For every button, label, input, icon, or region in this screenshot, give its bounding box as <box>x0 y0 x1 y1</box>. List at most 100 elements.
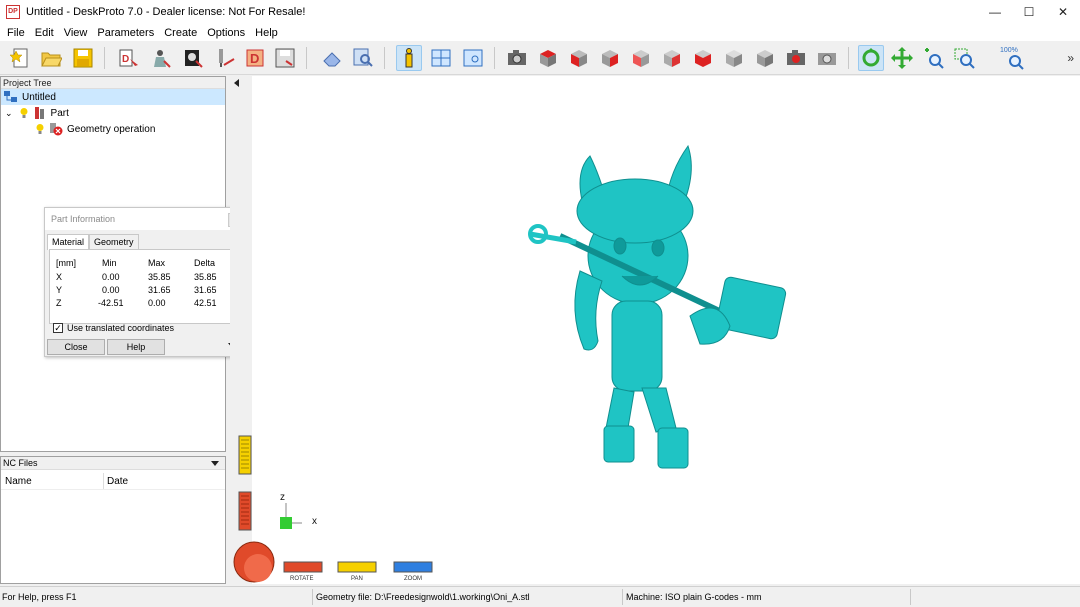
maximize-button[interactable]: ☐ <box>1012 0 1046 24</box>
view-cube-front-icon[interactable] <box>566 45 592 71</box>
nc-files-caption: NC Files <box>1 457 225 470</box>
rotate-tool-icon[interactable] <box>858 45 884 71</box>
svg-text:D: D <box>122 54 129 65</box>
layout-icon[interactable] <box>428 45 454 71</box>
save-icon[interactable] <box>70 45 96 71</box>
table-cell: 35.85 <box>148 272 171 282</box>
operation-parameters-icon[interactable] <box>180 45 206 71</box>
table-cell: 31.65 <box>148 285 171 295</box>
open-folder-icon[interactable] <box>38 45 64 71</box>
view-cube-left-icon[interactable] <box>597 45 623 71</box>
tree-item-project[interactable]: Untitled <box>1 89 225 105</box>
snapshot-icon[interactable] <box>814 45 840 71</box>
view-cube-back-icon[interactable] <box>659 45 685 71</box>
toolbar-more-button[interactable]: » <box>1067 51 1074 65</box>
part-information-dialog: Part Information Material Geometry [mm] … <box>44 207 245 357</box>
yellow-slider[interactable] <box>238 435 252 475</box>
view-cube-bottom-icon[interactable] <box>690 45 716 71</box>
new-file-icon[interactable] <box>8 45 34 71</box>
menu-file[interactable]: File <box>3 27 29 39</box>
table-cell: 0.00 <box>148 298 166 308</box>
table-cell: Z <box>56 298 62 308</box>
column-header-date[interactable]: Date <box>107 476 128 487</box>
save-nc-icon[interactable] <box>272 45 298 71</box>
axis-indicator: z x <box>280 492 317 529</box>
minimize-button[interactable]: — <box>978 0 1012 24</box>
view-cube-iso-icon[interactable] <box>535 45 561 71</box>
axis-z-label: z <box>280 492 285 503</box>
table-header: Max <box>148 258 166 268</box>
camera-icon[interactable] <box>504 45 530 71</box>
help-button[interactable]: Help <box>107 339 165 355</box>
tab-material[interactable]: Material <box>47 234 90 250</box>
table-header: [mm] <box>56 258 76 268</box>
create-nc-icon[interactable]: D <box>242 45 268 71</box>
table-cell: 35.85 <box>194 272 217 282</box>
menu-help[interactable]: Help <box>251 27 282 39</box>
table-cell: 42.51 <box>194 298 217 308</box>
window-title: Untitled - DeskProto 7.0 - Dealer licens… <box>26 6 306 18</box>
render-camera-icon[interactable] <box>783 45 809 71</box>
zoom-100-label: 100% <box>1000 47 1018 54</box>
checkbox-box[interactable]: ✓ <box>53 323 63 333</box>
use-translated-coordinates-checkbox[interactable]: ✓ Use translated coordinates <box>53 323 174 333</box>
svg-text:D: D <box>250 51 259 66</box>
part-icon <box>34 107 44 119</box>
app-logo-icon: DP <box>6 5 20 19</box>
tab-geometry[interactable]: Geometry <box>89 234 139 249</box>
info-icon[interactable] <box>396 45 422 71</box>
menu-create[interactable]: Create <box>160 27 201 39</box>
table-cell: 0.00 <box>102 272 120 282</box>
pan-label: PAN <box>351 576 363 582</box>
expand-chevron-icon[interactable]: ⌄ <box>5 108 13 119</box>
axis-x-label: x <box>312 516 317 527</box>
load-geometry-icon[interactable]: D <box>116 45 142 71</box>
part-information-title-bar: Part Information <box>45 208 244 230</box>
part-parameters-icon[interactable] <box>148 45 174 71</box>
nc-files-title: NC Files <box>3 458 38 468</box>
column-header-name[interactable]: Name <box>5 476 32 487</box>
red-slider[interactable] <box>238 491 252 531</box>
menu-view[interactable]: View <box>60 27 92 39</box>
close-button[interactable]: Close <box>47 339 105 355</box>
zoom-label: ZOOM <box>404 576 422 582</box>
table-cell: 0.00 <box>102 285 120 295</box>
zoom-in-icon[interactable] <box>920 45 946 71</box>
close-window-button[interactable]: ✕ <box>1046 0 1080 24</box>
pan-tool-icon[interactable] <box>889 45 915 71</box>
view-window-icon[interactable] <box>460 45 486 71</box>
table-header: Delta <box>194 258 216 268</box>
part-dimensions-table: [mm] Min Max Delta X 0.00 35.85 35.85 Y … <box>49 249 241 324</box>
menu-edit[interactable]: Edit <box>31 27 58 39</box>
tree-item-geometry-operation[interactable]: Geometry operation <box>35 121 155 137</box>
view-cube-grey-icon[interactable] <box>721 45 747 71</box>
lightbulb-icon <box>20 108 28 118</box>
inspect-icon[interactable] <box>350 45 376 71</box>
project-icon <box>4 91 17 102</box>
eraser-icon[interactable] <box>318 45 344 71</box>
oni-3d-model <box>528 144 787 469</box>
menu-parameters[interactable]: Parameters <box>93 27 158 39</box>
status-help-text: For Help, press F1 <box>2 592 77 602</box>
tree-item-label: Untitled <box>22 91 56 103</box>
zoom-strip[interactable]: ZOOM <box>393 561 433 582</box>
toolpath-icon[interactable] <box>212 45 238 71</box>
rotate-strip[interactable]: ROTATE <box>283 561 323 582</box>
tree-item-part[interactable]: ⌄ Part <box>5 105 69 121</box>
view-cube-plain-icon[interactable] <box>752 45 778 71</box>
rotate-dial[interactable] <box>233 541 275 583</box>
view-cube-right-icon[interactable] <box>628 45 654 71</box>
menu-bar: File Edit View Parameters Create Options… <box>0 24 1080 41</box>
lightbulb-icon <box>36 124 44 134</box>
table-header: Min <box>102 258 117 268</box>
viewport-canvas: z x ROTATE PAN ZOOM <box>233 144 787 583</box>
zoom-100-icon[interactable]: 100% <box>998 45 1028 71</box>
rotate-label: ROTATE <box>290 576 313 582</box>
menu-options[interactable]: Options <box>203 27 249 39</box>
pan-strip[interactable]: PAN <box>337 561 377 582</box>
3d-viewport[interactable]: z x ROTATE PAN ZOOM <box>230 76 1080 584</box>
zoom-window-icon[interactable] <box>951 45 977 71</box>
nc-files-dropdown-icon[interactable] <box>211 461 219 466</box>
checkbox-label: Use translated coordinates <box>67 323 175 333</box>
nc-files-panel: NC Files Name Date <box>0 456 226 584</box>
